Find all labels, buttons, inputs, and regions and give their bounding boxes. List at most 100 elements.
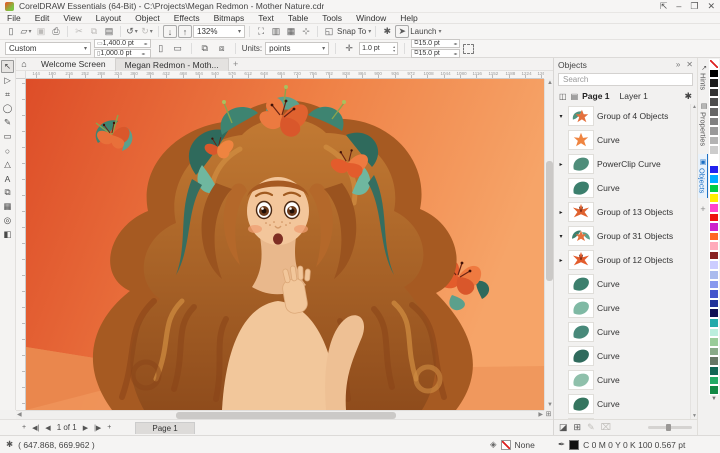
palette-swatch[interactable] [709,356,719,366]
tab-active-document[interactable]: Megan Redmon - Moth... [115,58,229,71]
options-gear-icon[interactable]: ✱ [380,25,394,38]
layer-manager-view-icon[interactable]: ◪ [559,422,568,433]
cut-button[interactable]: ✂ [72,25,86,38]
page-size-preset-combo[interactable]: Custom ▾ [5,42,91,55]
launch-icon[interactable]: ➤ [395,25,409,38]
show-rulers-button[interactable]: ▥ [269,25,283,38]
page-height-input[interactable] [100,50,140,57]
tab-welcome-screen[interactable]: Welcome Screen [32,58,115,71]
duplicate-y-field[interactable]: ⧉ ◂▸ [411,49,460,58]
horizontal-scroll-thumb[interactable] [176,412,396,419]
transparency-tool[interactable]: ▦ [1,200,14,213]
palette-swatch[interactable] [709,222,719,232]
import-button[interactable]: ↓ [163,25,177,38]
copy-button[interactable]: ⧉ [87,25,101,38]
expander-open-icon[interactable]: ▾ [557,113,565,120]
show-grid-button[interactable]: ▦ [284,25,298,38]
thumbnail-size-slider[interactable] [648,426,692,429]
new-tab-button[interactable]: + [229,59,243,69]
palette-swatch[interactable] [709,328,719,338]
palette-swatch[interactable] [709,299,719,309]
object-row[interactable]: ▾Group of 31 Objects [554,224,697,248]
add-page-before-button[interactable]: + [22,424,26,431]
open-button[interactable]: ▱▾ [19,25,33,38]
palette-scroll-down-icon[interactable]: ▼ [711,396,717,402]
palette-swatch[interactable] [709,155,719,165]
menu-help[interactable]: Help [393,13,424,23]
portrait-button[interactable]: ▯ [154,42,168,55]
palette-swatch[interactable] [709,337,719,347]
previous-page-button[interactable]: ◀ [45,424,50,432]
launch-label[interactable]: Launch [410,27,436,36]
menu-text[interactable]: Text [251,13,281,23]
menu-view[interactable]: View [56,13,88,23]
layer-row[interactable]: ◫ ▤ Page 1 Layer 1 ✱ [554,88,697,104]
palette-swatch[interactable] [709,347,719,357]
restore-button[interactable]: ❐ [690,0,698,13]
print-button[interactable]: ⎙ [49,25,63,38]
vertical-ruler[interactable] [16,79,26,410]
object-row[interactable]: ▸Group of 12 Objects [554,248,697,272]
object-row[interactable]: Curve [554,128,697,152]
palette-swatch[interactable] [709,251,719,261]
export-button[interactable]: ↑ [178,25,192,38]
menu-tools[interactable]: Tools [315,13,349,23]
delete-button[interactable]: ⌧ [601,422,611,433]
visibility-icon[interactable]: ◫ [559,92,567,101]
edit-layer-button[interactable]: ✎ [587,422,595,433]
vertical-scroll-thumb[interactable] [546,161,553,281]
all-pages-button[interactable]: ⧉ [198,42,212,55]
layer-label[interactable]: Layer 1 [620,91,648,101]
next-page-button[interactable]: ▶ [83,424,88,432]
object-row[interactable]: Curve [554,392,697,416]
nudge-input[interactable] [362,45,392,52]
snap-to-label[interactable]: Snap To [337,27,366,36]
page-width-field[interactable]: ▭ ◂▸ [94,39,151,48]
ruler-origin-corner[interactable] [16,71,26,79]
palette-swatch[interactable] [709,78,719,88]
palette-swatch[interactable] [709,318,719,328]
palette-swatch[interactable] [709,203,719,213]
object-row[interactable]: ▸PowerClip Curve [554,152,697,176]
ellipse-tool[interactable]: ○ [1,144,14,157]
palette-swatch[interactable] [709,232,719,242]
document-navigator-icon[interactable]: ⊞ [544,410,553,419]
palette-swatch[interactable] [709,366,719,376]
layer-options-gear-icon[interactable]: ✱ [684,91,692,102]
docker-tab-properties[interactable]: ▤Properties [699,98,708,150]
menu-window[interactable]: Window [349,13,393,23]
menu-file[interactable]: File [0,13,28,23]
first-page-button[interactable]: ◀| [32,424,39,432]
snap-off-icon[interactable]: ◱ [322,25,336,38]
home-icon[interactable]: ⌂ [16,59,32,69]
search-input[interactable] [558,73,693,86]
shape-tool[interactable]: ▷ [1,74,14,87]
treat-as-filled-button[interactable] [463,44,474,54]
docker-tab-hints[interactable]: ↖Hints [699,61,708,94]
current-page-button[interactable]: ⧈ [215,42,229,55]
page-tab[interactable]: Page 1 [135,422,194,434]
horizontal-ruler[interactable]: 1441802162522883243603964324685045405766… [26,71,544,79]
palette-swatch[interactable] [709,107,719,117]
palette-swatch[interactable] [709,213,719,223]
add-docker-button[interactable]: + [700,204,705,214]
object-row[interactable]: ▸Group of 13 Objects [554,200,697,224]
palette-swatch[interactable] [709,385,719,395]
palette-swatch[interactable] [709,97,719,107]
menu-layout[interactable]: Layout [89,13,129,23]
palette-swatch[interactable] [709,117,719,127]
palette-no-color-swatch[interactable] [709,59,719,69]
menu-object[interactable]: Object [128,13,167,23]
canvas[interactable] [26,79,544,410]
expander-closed-icon[interactable]: ▸ [557,257,565,264]
new-document-button[interactable]: ▯ [4,25,18,38]
zoom-level-combo[interactable]: 132% ▾ [193,25,245,38]
undo-button[interactable]: ↺▾ [125,25,139,38]
palette-swatch[interactable] [709,126,719,136]
menu-bitmaps[interactable]: Bitmaps [207,13,252,23]
text-tool[interactable]: A [1,172,14,185]
fullscreen-preview-button[interactable]: ⛶ [254,25,268,38]
last-page-button[interactable]: |▶ [94,424,101,432]
palette-swatch[interactable] [709,308,719,318]
palette-swatch[interactable] [709,280,719,290]
